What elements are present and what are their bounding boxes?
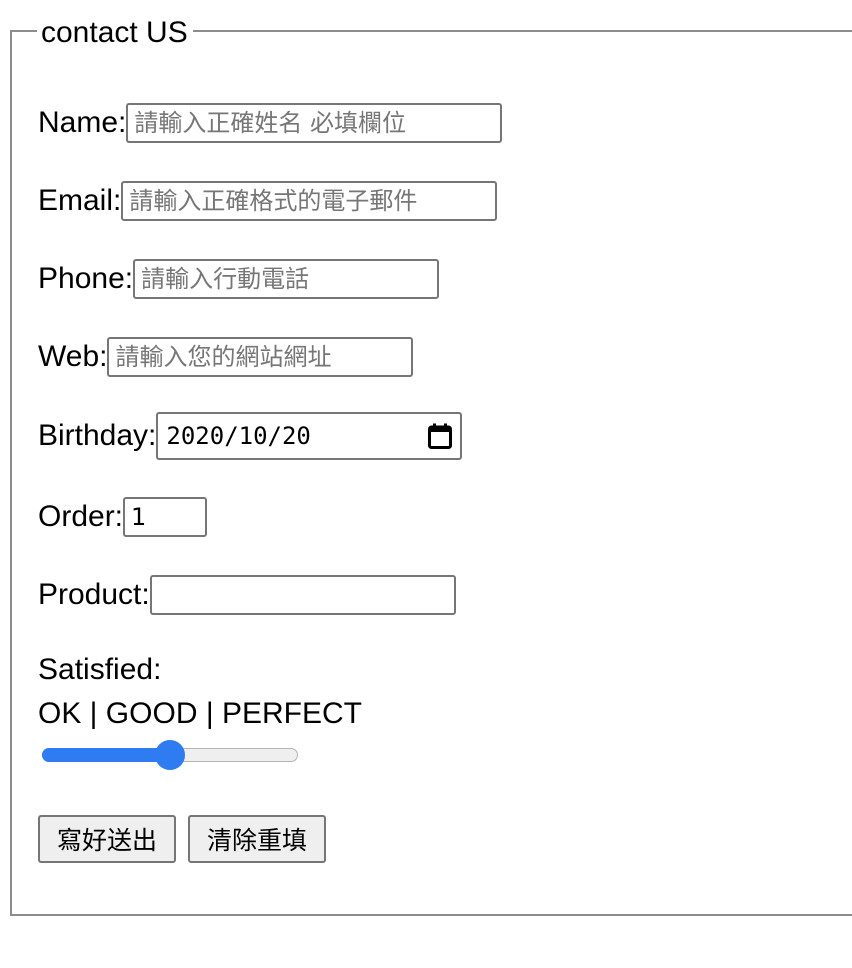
name-input[interactable] xyxy=(126,103,503,143)
phone-input[interactable] xyxy=(133,259,440,299)
birthday-value: 2020/10/20 xyxy=(166,422,311,450)
product-row: Product: xyxy=(38,575,456,615)
web-input[interactable] xyxy=(107,337,414,377)
slider-fill xyxy=(42,748,170,762)
birthday-label: Birthday: xyxy=(38,419,157,452)
product-label: Product: xyxy=(38,578,150,611)
satisfied-label: Satisfied: xyxy=(38,653,162,686)
phone-row: Phone: xyxy=(38,259,440,299)
contact-form xyxy=(10,30,852,916)
submit-button[interactable]: 寫好送出 xyxy=(38,815,176,863)
email-input[interactable] xyxy=(121,181,498,221)
product-input[interactable] xyxy=(149,575,456,615)
order-input[interactable] xyxy=(123,497,208,537)
birthday-row: Birthday: 2020/10/20 xyxy=(38,412,463,460)
name-label: Name: xyxy=(38,106,127,139)
satisfied-scale-text: OK | GOOD | PERFECT xyxy=(38,697,362,730)
web-row: Web: xyxy=(38,337,414,377)
birthday-input[interactable]: 2020/10/20 xyxy=(156,412,463,460)
name-row: Name: xyxy=(38,103,503,143)
order-row: Order: xyxy=(38,497,208,537)
order-label: Order: xyxy=(38,500,124,533)
form-legend: contact US xyxy=(37,16,193,50)
phone-label: Phone: xyxy=(38,262,134,295)
reset-button[interactable]: 清除重填 xyxy=(188,815,326,863)
calendar-icon[interactable] xyxy=(428,423,453,449)
email-row: Email: xyxy=(38,181,498,221)
satisfied-slider[interactable] xyxy=(42,740,300,770)
web-label: Web: xyxy=(38,340,108,373)
email-label: Email: xyxy=(38,184,122,217)
slider-thumb[interactable] xyxy=(155,740,185,770)
